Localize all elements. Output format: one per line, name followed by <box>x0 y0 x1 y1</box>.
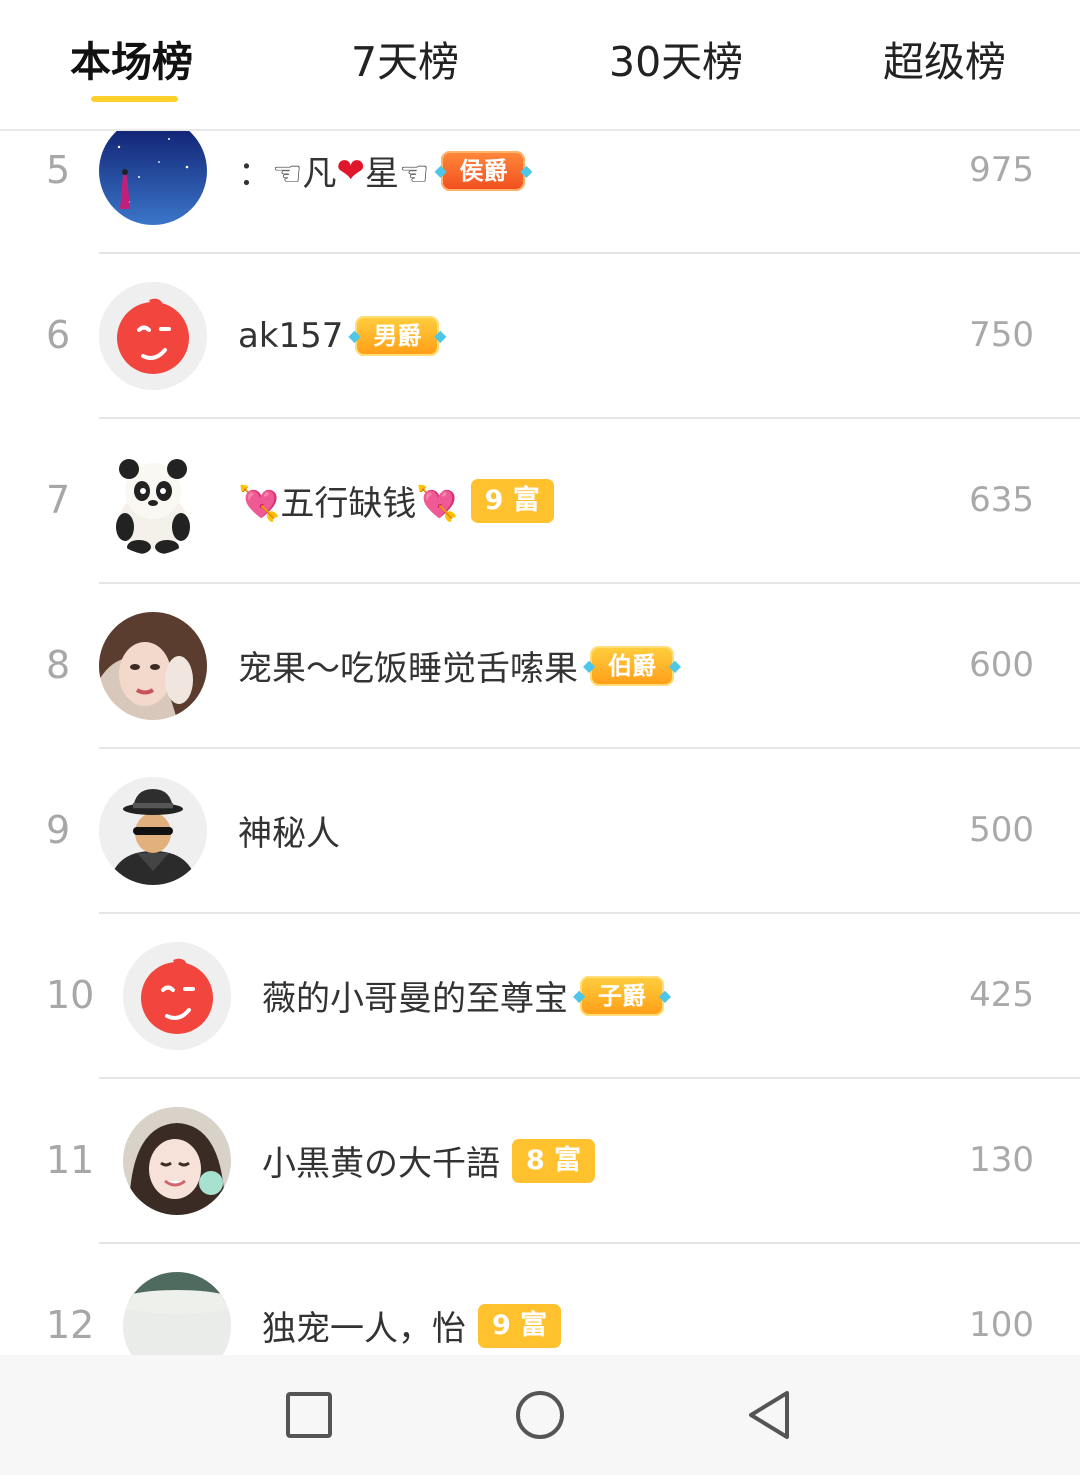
ranking-row[interactable]: 5 ：☜凡❤星☜ 侯爵 975 <box>0 131 1080 254</box>
grey-photo-avatar[interactable] <box>123 1272 231 1355</box>
noble-badge: 侯爵 <box>434 150 532 191</box>
recent-apps-button[interactable] <box>279 1385 339 1445</box>
noble-badge: 男爵 <box>348 315 446 356</box>
red-wink-face-avatar[interactable] <box>99 282 207 390</box>
back-triangle-icon <box>749 1391 789 1439</box>
rank-number: 7 <box>46 478 71 522</box>
smiling-girl-avatar[interactable] <box>123 1107 231 1215</box>
rich-level-badge: 8 富 <box>512 1138 596 1183</box>
rank-number: 11 <box>46 1138 95 1182</box>
user-name: 神秘人 <box>238 814 340 854</box>
user-name-row: 小黒黄の大千語 8 富 <box>262 1079 596 1242</box>
system-navigation-bar <box>0 1355 1080 1475</box>
ranking-row[interactable]: 7 💘五行缺钱💘 9 富 635 <box>0 419 1080 584</box>
contribution-amount: 600 <box>969 645 1034 685</box>
active-tab-indicator <box>91 96 178 102</box>
user-name: ak157 <box>238 315 344 356</box>
contribution-amount: 130 <box>969 1140 1034 1180</box>
user-name-row: 宠果～吃饭睡觉舌嗦果 伯爵 <box>238 584 681 747</box>
mystery-man-avatar[interactable] <box>99 777 207 885</box>
heart-icon: ❤ <box>336 150 365 191</box>
contribution-amount: 500 <box>969 810 1034 850</box>
girl-photo-avatar[interactable] <box>99 612 207 720</box>
rank-number: 5 <box>46 148 71 192</box>
user-name-row: 神秘人 <box>238 749 340 912</box>
starry-night-avatar[interactable] <box>99 131 207 225</box>
user-name: 💘五行缺钱💘 <box>238 484 459 524</box>
rank-number: 12 <box>46 1303 95 1347</box>
rich-level-badge: 9 富 <box>478 1303 562 1348</box>
ranking-tabs: 本场榜 7天榜 30天榜 超级榜 <box>0 0 1080 131</box>
ranking-row[interactable]: 10 薇的小哥曼的至尊宝 子爵 425 <box>0 914 1080 1079</box>
ranking-row[interactable]: 9 神秘人 500 <box>0 749 1080 914</box>
contribution-amount: 425 <box>969 975 1034 1015</box>
rank-number: 9 <box>46 808 71 852</box>
user-name: 宠果～吃饭睡觉舌嗦果 <box>238 649 578 689</box>
tab-7-days[interactable]: 7天榜 <box>351 28 459 88</box>
user-name-row: 💘五行缺钱💘 9 富 <box>238 419 554 582</box>
user-name: 小黒黄の大千語 <box>262 1144 500 1184</box>
user-name-suffix: 星☜ <box>364 154 430 194</box>
ranking-row[interactable]: 6 ak157 男爵 750 <box>0 254 1080 419</box>
noble-badge: 子爵 <box>573 975 671 1016</box>
rank-number: 6 <box>46 313 71 357</box>
contribution-amount: 635 <box>969 480 1034 520</box>
user-name: 薇的小哥曼的至尊宝 <box>262 979 568 1019</box>
contribution-amount: 750 <box>969 315 1034 355</box>
home-button[interactable] <box>510 1385 570 1445</box>
rank-number: 8 <box>46 643 71 687</box>
user-name: ：☜凡 <box>238 154 337 194</box>
ranking-row[interactable]: 12 独宠一人，怡 9 富 100 <box>0 1244 1080 1355</box>
divider <box>0 129 1080 131</box>
ranking-list[interactable]: 5 ：☜凡❤星☜ 侯爵 975 6 <box>0 131 1080 1355</box>
tab-super[interactable]: 超级榜 <box>883 28 1006 88</box>
tab-30-days[interactable]: 30天榜 <box>609 28 743 88</box>
ranking-row[interactable]: 8 宠果～吃饭睡觉舌嗦果 伯爵 600 <box>0 584 1080 749</box>
user-name-row: ：☜凡❤星☜ 侯爵 <box>238 131 532 252</box>
contribution-amount: 100 <box>969 1305 1034 1345</box>
contribution-amount: 975 <box>969 150 1034 190</box>
back-button[interactable] <box>740 1385 800 1445</box>
user-name-row: 薇的小哥曼的至尊宝 子爵 <box>262 914 671 1077</box>
ranking-row[interactable]: 11 小黒黄の大千語 8 富 130 <box>0 1079 1080 1244</box>
panda-avatar[interactable] <box>99 447 207 555</box>
rich-level-badge: 9 富 <box>470 478 554 523</box>
user-name-row: ak157 男爵 <box>238 254 446 417</box>
user-name: 独宠一人，怡 <box>262 1309 466 1349</box>
rank-number: 10 <box>46 973 95 1017</box>
noble-badge: 伯爵 <box>583 645 681 686</box>
square-icon <box>286 1392 332 1438</box>
user-name-row: 独宠一人，怡 9 富 <box>262 1244 562 1355</box>
red-wink-face-avatar[interactable] <box>123 942 231 1050</box>
circle-icon <box>516 1391 564 1439</box>
tab-current-session[interactable]: 本场榜 <box>70 28 193 88</box>
